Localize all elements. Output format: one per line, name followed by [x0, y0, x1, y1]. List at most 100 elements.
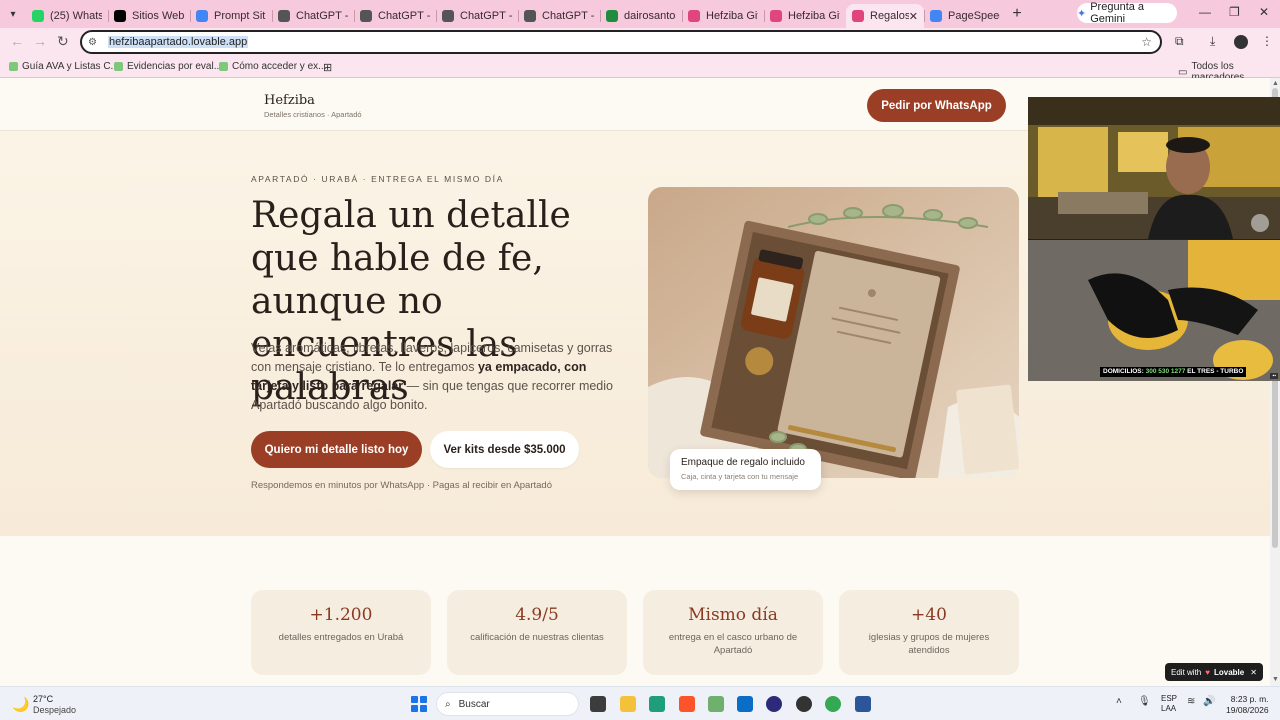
forward-arrow-icon[interactable]: →: [33, 33, 47, 49]
tab-favicon-icon: [852, 10, 864, 22]
browser-tab[interactable]: PageSpeed Ins: [924, 4, 1006, 28]
browser-tab[interactable]: dairosantos St: [600, 4, 682, 28]
download-icon[interactable]: ⤓: [1210, 34, 1215, 49]
url-text[interactable]: hefzibaapartado.lovable.app: [108, 36, 249, 48]
checkmark-icon: [219, 62, 228, 71]
windows-taskbar: 🌙 27°C Despejado ⌕ Buscar ˄ 🎙 ESP LAA ≋ …: [0, 686, 1280, 720]
wifi-icon[interactable]: ≋: [1187, 696, 1195, 707]
moon-weather-icon[interactable]: 🌙: [12, 696, 29, 713]
whatsapp-order-button[interactable]: Pedir por WhatsApp: [867, 89, 1006, 122]
browser-tab[interactable]: Hefziba Gifts c: [764, 4, 846, 28]
menu-kebab-icon[interactable]: ⋮: [1261, 34, 1273, 48]
site-info-icon[interactable]: ⚙: [88, 37, 102, 48]
tab-list-chevron-icon[interactable]: ▾: [0, 0, 26, 28]
apps-grid-icon[interactable]: ⊞: [323, 61, 332, 74]
windows-start-button[interactable]: [411, 696, 427, 712]
caption-prefix: DOMICILIOS:: [1103, 368, 1146, 375]
address-bar[interactable]: ⚙ hefzibaapartado.lovable.app ☆: [80, 30, 1162, 54]
browser-tab[interactable]: ChatGPT - Anu: [272, 4, 354, 28]
extensions-icon[interactable]: ⧉: [1175, 34, 1184, 49]
stat-label: entrega en el casco urbano de Apartadó: [668, 632, 798, 656]
badge-subtitle: Caja, cinta y tarjeta con tu mensaje: [681, 472, 799, 481]
back-arrow-icon[interactable]: ←: [10, 33, 24, 49]
stat-value: +40: [911, 605, 947, 625]
browser-tab-active[interactable]: Regalos c✕: [846, 4, 924, 28]
brave-icon[interactable]: [679, 696, 695, 712]
microphone-icon[interactable]: 🎙: [1138, 696, 1151, 707]
cta-primary-button[interactable]: Quiero mi detalle listo hoy: [251, 431, 422, 468]
tab-close-icon[interactable]: ✕: [909, 10, 918, 23]
restore-icon[interactable]: ❐: [1229, 5, 1240, 19]
app-window-icon[interactable]: [737, 696, 753, 712]
close-window-icon[interactable]: ✕: [1259, 5, 1269, 19]
bookmark-item[interactable]: Cómo acceder y ex...: [219, 61, 326, 72]
obs-icon[interactable]: [766, 696, 782, 712]
tab-favicon-icon: [688, 10, 700, 22]
system-clock[interactable]: 8:23 p. m. 19/08/2026: [1226, 694, 1269, 716]
cta-kits-button[interactable]: Ver kits desde $35.000: [430, 431, 579, 468]
brand-name[interactable]: Hefziba: [264, 93, 315, 108]
browser-tab[interactable]: Sitios Webs: [108, 4, 190, 28]
search-icon: ⌕: [445, 698, 451, 710]
scroll-up-icon[interactable]: ▲: [1272, 80, 1279, 87]
clock-date: 19/08/2026: [1226, 705, 1269, 715]
tab-favicon-icon: [606, 10, 618, 22]
caption-phone: 300 530 1277: [1145, 368, 1186, 375]
tab-label: PageSpeed Ins: [948, 10, 1000, 22]
close-icon[interactable]: ✕: [1250, 668, 1257, 677]
chrome-icon[interactable]: [825, 696, 841, 712]
browser-tab[interactable]: ChatGPT - Seg: [354, 4, 436, 28]
browser-tab[interactable]: Hefziba Gifts A: [682, 4, 764, 28]
webcam-kitchen-image: [1028, 240, 1280, 381]
lovable-brand: Lovable: [1213, 667, 1245, 677]
stats-section: +1.200 detalles entregados en Urabá 4.9/…: [0, 536, 1270, 686]
tab-label: Regalos c: [870, 10, 909, 22]
bookmark-star-icon[interactable]: ☆: [1141, 35, 1152, 49]
lang-line2: LAA: [1161, 704, 1177, 713]
edge-icon[interactable]: [649, 696, 665, 712]
folder-icon: ▭: [1178, 66, 1188, 78]
task-view-icon[interactable]: [590, 696, 606, 712]
weather-description[interactable]: Despejado: [33, 705, 76, 715]
lovable-heart-icon: ♥: [1205, 667, 1210, 677]
davinci-icon[interactable]: [796, 696, 812, 712]
browser-tab[interactable]: ChatGPT - Cre: [518, 4, 600, 28]
browser-tab[interactable]: ChatGPT - Can: [436, 4, 518, 28]
volume-icon[interactable]: 🔊: [1203, 696, 1215, 707]
tray-chevron-icon[interactable]: ˄: [1116, 696, 1122, 707]
bookmark-label: Evidencias por eval...: [127, 61, 223, 72]
brand-tagline: Detalles cristianos · Apartadó: [264, 110, 362, 119]
tab-label: ChatGPT - Can: [460, 10, 512, 22]
tab-favicon-icon: [770, 10, 782, 22]
reload-icon[interactable]: ↻: [57, 33, 69, 50]
tab-favicon-icon: [524, 10, 536, 22]
tab-favicon-icon: [930, 10, 942, 22]
bookmark-item[interactable]: Guía AVA y Listas C...: [9, 61, 119, 72]
stat-value: +1.200: [309, 605, 373, 625]
edit-with-lovable-badge[interactable]: Edit with ♥ Lovable ✕: [1165, 663, 1263, 681]
profile-avatar[interactable]: [1234, 35, 1248, 49]
keyboard-language[interactable]: ESP LAA: [1161, 694, 1177, 714]
gemini-button-label: Pregunta a Gemini: [1090, 1, 1145, 25]
stat-card: Mismo día entrega en el casco urbano de …: [643, 590, 823, 675]
taskbar-search[interactable]: ⌕ Buscar: [436, 692, 579, 716]
stat-card: 4.9/5 calificación de nuestras clientas: [447, 590, 627, 675]
browser-tab[interactable]: Prompt Sitio W: [190, 4, 272, 28]
snipping-tool-icon[interactable]: [708, 696, 724, 712]
browser-tab[interactable]: (25) WhatsApp: [26, 4, 108, 28]
webcam-presenter-feed: [1028, 97, 1280, 239]
browser-toolbar: ← → ↻ ⚙ hefzibaapartado.lovable.app ☆ ⧉ …: [0, 28, 1280, 56]
scroll-down-icon[interactable]: ▼: [1272, 676, 1279, 683]
gemini-button[interactable]: ✦ Pregunta a Gemini: [1077, 1, 1177, 25]
stat-label: calificación de nuestras clientas: [470, 632, 604, 643]
word-icon[interactable]: [855, 696, 871, 712]
stat-card: +40 iglesias y grupos de mujeres atendid…: [839, 590, 1019, 675]
bookmark-item[interactable]: Evidencias por eval...: [114, 61, 222, 72]
edit-label: Edit with: [1171, 667, 1202, 677]
minimize-icon[interactable]: —: [1199, 5, 1211, 19]
new-tab-button[interactable]: +: [1006, 5, 1028, 23]
weather-temperature[interactable]: 27°C: [33, 694, 53, 704]
file-explorer-icon[interactable]: [620, 696, 636, 712]
hero-eyebrow: APARTADÓ · URABÁ · ENTREGA EL MISMO DÍA: [251, 174, 504, 184]
tab-favicon-icon: [114, 10, 126, 22]
